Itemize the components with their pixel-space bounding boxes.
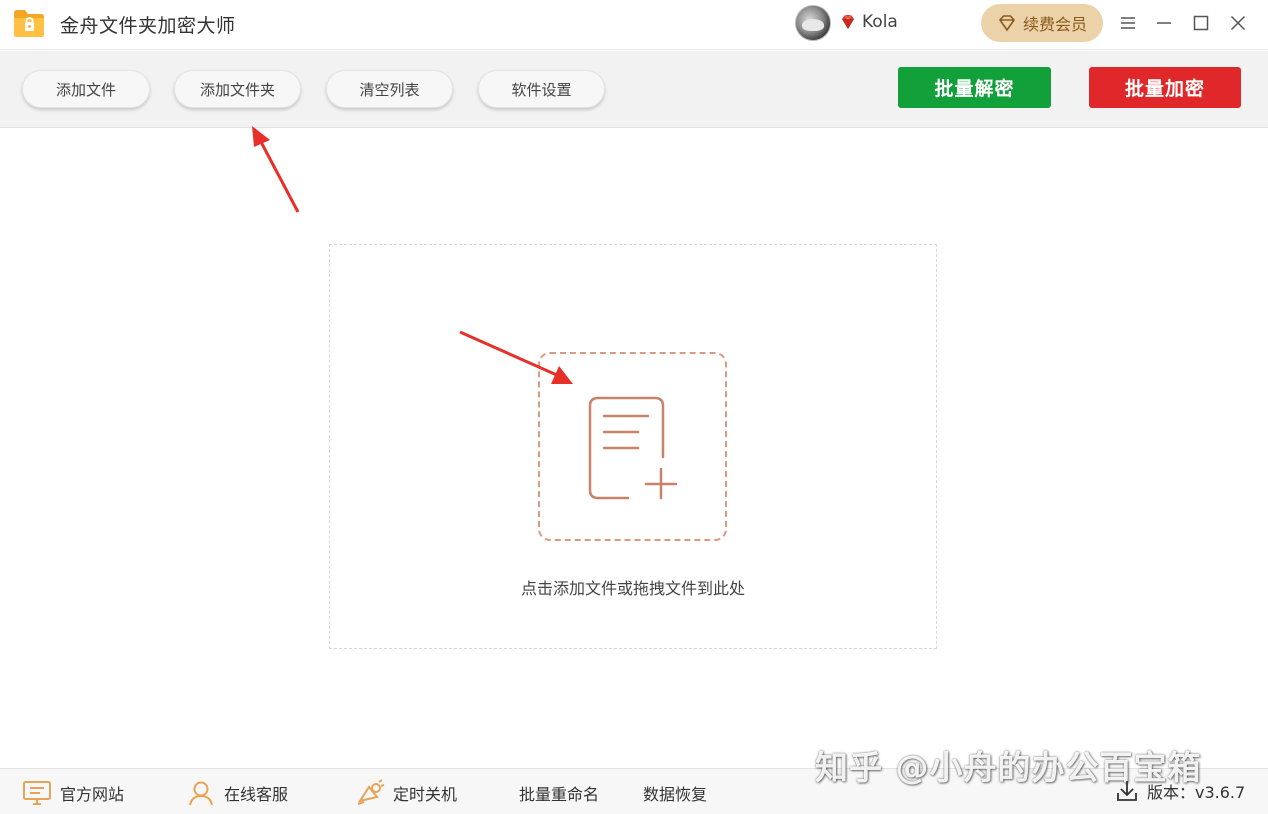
minimize-icon bbox=[1157, 22, 1171, 24]
batch-encrypt-button[interactable]: 批量加密 bbox=[1089, 67, 1241, 108]
alarm-icon bbox=[357, 779, 385, 805]
settings-button[interactable]: 软件设置 bbox=[478, 70, 605, 108]
toolbar: 添加文件 添加文件夹 清空列表 软件设置 批量解密 批量加密 bbox=[0, 51, 1268, 128]
renew-label: 续费会员 bbox=[1022, 15, 1087, 34]
menu-button[interactable] bbox=[1117, 12, 1139, 34]
batch-rename-link[interactable]: 批量重命名 bbox=[519, 779, 599, 807]
shutdown-label: 定时关机 bbox=[393, 785, 458, 804]
add-folder-button[interactable]: 添加文件夹 bbox=[174, 70, 301, 108]
folder-lock-icon bbox=[14, 10, 44, 37]
diamond-icon bbox=[998, 15, 1015, 32]
app-title: 金舟文件夹加密大师 bbox=[60, 15, 236, 37]
timed-shutdown-link[interactable]: 定时关机 bbox=[355, 779, 457, 807]
gem-icon bbox=[842, 14, 854, 29]
clear-list-button[interactable]: 清空列表 bbox=[326, 70, 453, 108]
website-link[interactable]: 官方网站 bbox=[22, 779, 124, 807]
add-file-button[interactable]: 添加文件 bbox=[22, 70, 150, 108]
annotation-arrow-icon bbox=[459, 330, 573, 384]
data-recovery-link[interactable]: 数据恢复 bbox=[643, 779, 707, 807]
rename-label: 批量重命名 bbox=[519, 785, 600, 804]
drop-hint-text: 点击添加文件或拖拽文件到此处 bbox=[520, 579, 745, 598]
batch-decrypt-button[interactable]: 批量解密 bbox=[898, 67, 1051, 108]
close-icon bbox=[1230, 15, 1246, 31]
support-label: 在线客服 bbox=[224, 785, 289, 804]
close-button[interactable] bbox=[1227, 12, 1249, 34]
monitor-icon bbox=[23, 781, 51, 805]
recovery-label: 数据恢复 bbox=[643, 785, 708, 804]
avatar[interactable] bbox=[795, 5, 831, 41]
minimize-button[interactable] bbox=[1153, 12, 1175, 34]
annotation-arrow-icon bbox=[252, 126, 300, 213]
version-info: 版本：v3.6.7 bbox=[1115, 779, 1245, 803]
headset-user-icon bbox=[189, 781, 213, 806]
menu-icon bbox=[1121, 17, 1135, 29]
version-label: 版本：v3.6.7 bbox=[1147, 783, 1246, 802]
online-support-link[interactable]: 在线客服 bbox=[186, 779, 288, 807]
maximize-button[interactable] bbox=[1190, 12, 1212, 34]
maximize-icon bbox=[1193, 15, 1209, 31]
website-label: 官方网站 bbox=[60, 785, 125, 804]
renew-membership-button[interactable]: 续费会员 bbox=[981, 4, 1103, 42]
username[interactable]: Kola bbox=[862, 12, 898, 32]
download-icon bbox=[1117, 781, 1137, 801]
title-bar: 金舟文件夹加密大师 Kola 续费会员 bbox=[0, 0, 1268, 50]
